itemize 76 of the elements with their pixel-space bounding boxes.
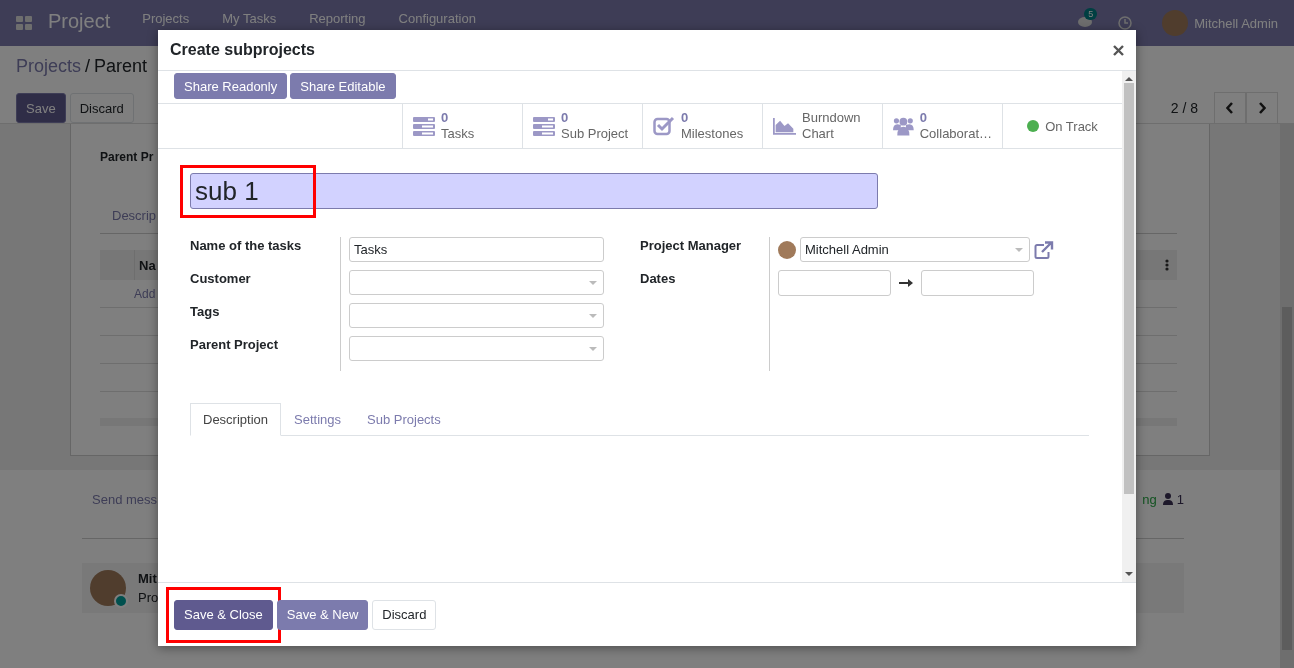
stat-value: 0 [441,110,450,126]
clock-icon[interactable] [1118,16,1133,30]
message-author: Mit [138,571,158,586]
followers-count[interactable]: 1 [1176,491,1184,507]
group-icon [893,115,914,137]
add-line-link[interactable]: Add [134,286,156,301]
column-header[interactable]: Na [135,257,156,273]
dialog-title: Create subprojects [170,41,315,59]
stat-value: 0 [919,110,928,126]
close-icon[interactable] [1113,44,1124,56]
breadcrumb-item: Parent [94,56,148,77]
field-label: Tags [190,305,221,321]
select-field[interactable] [349,336,604,361]
stat-label: Tasks [441,126,475,142]
stat-button[interactable]: Burndown Chart [762,104,882,148]
field-label: Project Manager [640,239,743,255]
person-icon[interactable] [1162,493,1173,505]
kebab-menu-icon[interactable] [1165,259,1169,271]
area-chart-icon [773,116,796,136]
tab[interactable]: Settings [281,403,354,436]
select-field[interactable]: Mitchell Admin [800,237,1030,262]
field-label: Name of the tasks [190,239,303,255]
dialog-scrollbar[interactable] [1122,71,1136,582]
end-date-field[interactable] [921,270,1034,296]
stat-button[interactable]: 0 Tasks [402,104,522,148]
share-button[interactable]: Share Editable [290,73,396,99]
field-label: Parent Project [190,338,280,354]
field-label: Parent Pr [100,150,155,164]
select-field[interactable] [349,270,604,295]
stat-value: 0 [681,110,690,126]
stat-label: Milestones [681,126,744,142]
chat-icon[interactable] [1078,15,1093,28]
tab[interactable]: Sub Projects [354,403,454,436]
text-field[interactable]: Tasks [349,237,604,262]
tab[interactable]: Description [190,403,282,436]
external-link-icon[interactable] [1034,240,1054,259]
pager-counter: 2 / 8 [1170,100,1198,116]
previous-button[interactable] [1214,92,1246,124]
send-message-link[interactable]: Send mess [92,491,158,507]
following-link[interactable]: ng [1142,491,1157,507]
chevron-right-icon [1258,102,1266,114]
save-button[interactable]: Save & New [276,599,369,630]
user-avatar [778,240,796,259]
app-name: Project [48,9,111,34]
start-date-field[interactable] [778,270,891,296]
stat-label: Collaborat… [919,126,992,142]
server-stack-icon [533,116,555,136]
chevron-left-icon [1226,102,1234,114]
field-label: Dates [640,272,677,288]
server-stack-icon [413,116,435,136]
online-status-icon [114,594,128,608]
stat-button[interactable]: 0 Collaborat… [882,104,1002,148]
checkbox-icon [653,116,675,136]
page-scrollbar[interactable] [1280,124,1294,668]
stat-label: Sub Project [561,126,629,142]
save-button[interactable]: Save [16,93,66,123]
user-name[interactable]: Mitchell Admin [1194,15,1278,31]
stat-button[interactable]: 0 Milestones [642,104,762,148]
project-name-field[interactable]: sub 1 [190,173,878,209]
stat-label: Burndown Chart [802,110,862,142]
apps-grid-icon[interactable] [16,16,32,30]
discard-button[interactable]: Discard [372,599,437,630]
field-label: Customer [190,272,252,288]
breadcrumb-item[interactable]: Projects [16,56,82,77]
next-button[interactable] [1246,92,1278,124]
stat-value: 0 [561,110,570,126]
form-tab[interactable]: Descrip [112,208,157,223]
discard-button[interactable]: Discard [69,93,134,123]
select-field[interactable] [349,303,604,328]
share-button[interactable]: Share Readonly [174,73,288,99]
save-button[interactable]: Save & Close [174,599,273,630]
stat-button[interactable]: 0 Sub Project [522,104,642,148]
message-body: Pro [138,590,159,605]
breadcrumb-separator: / [85,56,91,77]
notification-badge: 5 [1084,7,1098,20]
right-arrow-icon [899,279,913,287]
